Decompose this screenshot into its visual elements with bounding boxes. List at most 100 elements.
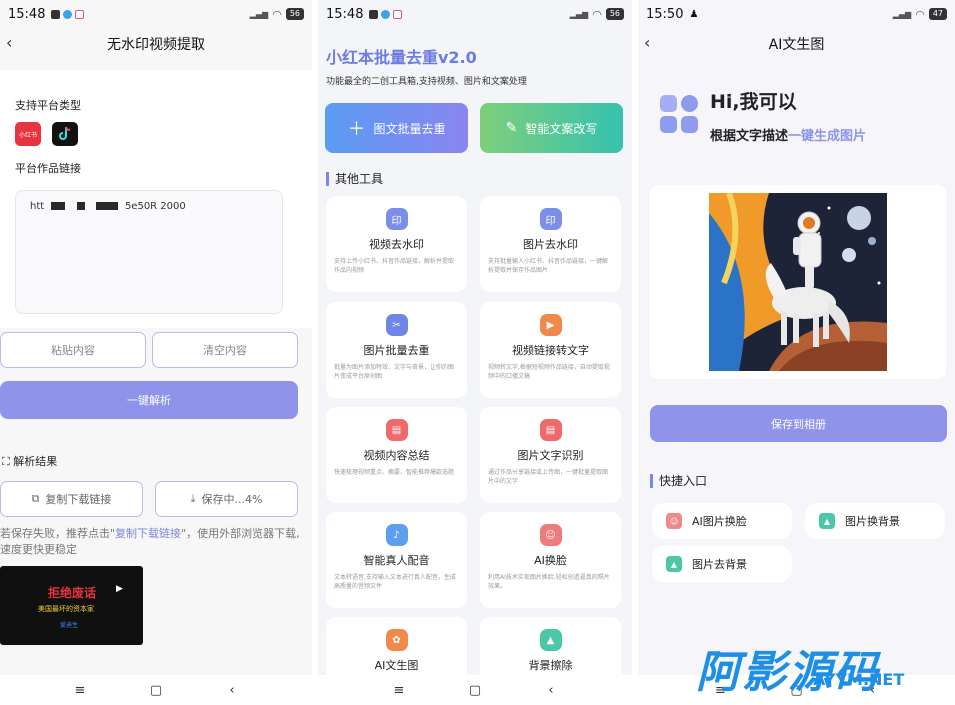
link-text-end: 5e50R 2000 xyxy=(124,201,186,212)
status-right: ▂▄▆ ◠ 56 xyxy=(250,8,304,21)
save-progress-button[interactable]: ⤓ 保存中...4% xyxy=(155,481,298,517)
video-watermark-icon: 印 xyxy=(385,208,408,230)
platform-label: 支持平台类型 xyxy=(15,99,81,112)
back-nav-icon[interactable]: ‹ xyxy=(541,683,561,698)
rewrite-label: 智能文案改写 xyxy=(525,121,598,136)
copy-link-label: 复制下载链接 xyxy=(45,493,112,506)
face-swap-icon: ☺ xyxy=(666,513,682,529)
app-subtitle: 功能最全的二创工具箱,支持视频、图片和文案处理 xyxy=(326,77,527,87)
section-title: 快捷入口 xyxy=(650,474,707,488)
tool-tile[interactable]: ▤ 图片文字识别 通过作品分享链接或上传图，一键批量提取图片中的文字 xyxy=(480,407,621,503)
app-notify-icon xyxy=(393,9,403,19)
link-label: 平台作品链接 xyxy=(15,162,81,175)
tool-tile[interactable]: ✂ 图片批量去重批量为图片添加特效、文字与背景，让你的图片变成平台原创图 xyxy=(326,302,467,398)
douyin-icon[interactable] xyxy=(52,122,78,146)
parse-button[interactable]: 一键解析 xyxy=(0,381,298,419)
video-author: 爱迪生 xyxy=(60,622,79,629)
quick-label: 图片换背景 xyxy=(845,515,900,528)
quick-label: 图片去背景 xyxy=(692,558,747,571)
page-title: AI文生图 xyxy=(768,37,825,53)
status-right: ▂▄▆ ◠ 47 xyxy=(893,8,947,21)
tool-title: 图片批量去重 xyxy=(363,344,430,357)
save-to-album-button[interactable]: 保存到相册 xyxy=(650,405,947,442)
back-icon[interactable]: ‹ xyxy=(6,33,12,52)
tool-tile[interactable]: ♪ 智能真人配音文本转语音,支持输入文本进行真人配音，生成高质量的音频文件 xyxy=(326,512,467,608)
save-hint: 若保存失败，推荐点击"复制下载链接"，使用外部浏览器下载,速度更快更稳定 xyxy=(0,526,300,558)
tool-desc: 通过作品分享链接或上传图，一键批量提取图片中的文字 xyxy=(488,469,609,485)
tool-desc: 支持批量输入小红书、抖音作品链接，一键解析提取并保存作品图片 xyxy=(488,258,609,274)
hint-link[interactable]: 复制下载链接 xyxy=(115,527,181,540)
bg-erase-icon: ▲ xyxy=(539,629,562,651)
tool-tile[interactable]: ▤ 视频内容总结 快速梳理视频重点、摘要、智能推荐爆款选题 xyxy=(326,407,467,503)
quick-remove-bg[interactable]: ▲ 图片去背景 xyxy=(652,546,792,582)
status-time: 15:48 xyxy=(8,6,46,22)
status-right: ▂▄▆ ◠ 56 xyxy=(570,8,624,21)
xiaohongshu-label: 小红书 xyxy=(18,131,37,139)
douyin-logo xyxy=(59,126,71,140)
xiaohongshu-icon[interactable]: 小红书 xyxy=(15,122,41,146)
nav-bar: ‹ AI文生图 xyxy=(638,28,955,60)
save-progress-label: 保存中...4% xyxy=(201,493,263,506)
tool-desc: 快速梳理视频重点、摘要、智能推荐爆款选题 xyxy=(334,469,455,476)
back-icon[interactable]: ‹ xyxy=(644,33,650,52)
nav-bar: ‹ 无水印视频提取 xyxy=(0,28,312,60)
image-icon: ⛶ xyxy=(2,455,10,468)
tool-desc: 批量为图片添加特效、文字与背景，让你的图片变成平台原创图 xyxy=(334,364,455,380)
copy-link-button[interactable]: ⧉ 复制下载链接 xyxy=(0,481,143,517)
greeting: Hi,我可以 xyxy=(710,91,797,113)
back-nav-icon[interactable]: ‹ xyxy=(222,683,242,698)
menu-icon[interactable]: ≡ xyxy=(70,683,90,698)
video-title: 拒绝废话 xyxy=(48,586,97,600)
batch-dedupe-label: 图文批量去重 xyxy=(373,121,446,136)
home-icon[interactable]: ▢ xyxy=(146,683,166,698)
download-icon: ⤓ xyxy=(190,492,196,505)
quick-label: AI图片换脸 xyxy=(692,515,747,528)
tool-tile[interactable]: ▶ 视频链接转文字 视频转文字,根据短视频作品链接，自动提取视频中的口播文稿 xyxy=(480,302,621,398)
tool-desc: 利用AI技术实现图片换脸,轻松创造逼真的照片效果。 xyxy=(488,574,610,590)
app-notify-icon xyxy=(63,9,73,19)
tool-title: 智能真人配音 xyxy=(363,554,430,567)
pen-icon: ✎ xyxy=(505,120,518,136)
tool-tile[interactable]: 印图片去水印 支持批量输入小红书、抖音作品链接，一键解析提取并保存作品图片 xyxy=(480,196,621,292)
battery-icon: 56 xyxy=(285,8,304,20)
voice-icon: ♪ xyxy=(385,524,408,546)
redaction-block xyxy=(76,202,85,210)
play-icon[interactable]: ▶ xyxy=(116,584,123,594)
wifi-icon: ◠ xyxy=(915,7,925,21)
paste-button[interactable]: 粘贴内容 xyxy=(0,332,146,368)
signal-icon: ▂▄▆ xyxy=(569,9,589,19)
rewrite-button[interactable]: ✎ 智能文案改写 xyxy=(480,103,623,153)
status-time: 15:50 xyxy=(646,6,684,22)
redaction-block xyxy=(95,202,118,210)
image-dedupe-icon: ✂ xyxy=(385,314,408,336)
ocr-icon: ▤ xyxy=(539,419,562,441)
tool-desc: 支持上传小红书、抖音作品链接，解析并提取作品内视频 xyxy=(334,258,455,274)
home-icon[interactable]: ▢ xyxy=(465,683,485,698)
watermark-url: AYYM.NET xyxy=(813,670,905,689)
quick-change-bg[interactable]: ▲ 图片换背景 xyxy=(805,503,945,539)
batch-dedupe-button[interactable]: ＋ 图文批量去重 xyxy=(325,103,468,153)
app-title: 小红本批量去重v2.0 xyxy=(326,48,477,67)
tool-desc: 文本转语音,支持输入文本进行真人配音，生成高质量的音频文件 xyxy=(334,574,456,590)
tool-title: 视频内容总结 xyxy=(363,449,430,462)
video-text-icon: ▶ xyxy=(539,314,562,336)
video-preview[interactable]: 拒绝废话 ▶ 美国最坏的资本家 爱迪生 xyxy=(0,566,143,645)
tool-tile[interactable]: ☺ AI换脸 利用AI技术实现图片换脸,轻松创造逼真的照片效果。 xyxy=(480,512,621,608)
tool-title: 背景擦除 xyxy=(528,659,573,672)
screen-video-extract: 15:48 ▂▄▆ ◠ 56 ‹ 无水印视频提取 支持平台类型 小红书 平台作品… xyxy=(0,0,312,705)
clear-button[interactable]: 清空内容 xyxy=(152,332,298,368)
quick-face-swap[interactable]: ☺ AI图片换脸 xyxy=(652,503,792,539)
app-logo-icon xyxy=(660,95,700,135)
status-time: 15:48 xyxy=(326,6,364,22)
signal-icon: ▂▄▆ xyxy=(249,9,269,19)
tool-tile[interactable]: 印视频去水印 支持上传小红书、抖音作品链接，解析并提取作品内视频 xyxy=(326,196,467,292)
system-nav-bar: ≡ ▢ ‹ xyxy=(0,675,312,705)
battery-icon: 47 xyxy=(928,8,947,20)
tool-title: AI换脸 xyxy=(534,554,567,567)
menu-icon[interactable]: ≡ xyxy=(389,683,409,698)
generated-image[interactable] xyxy=(709,193,887,371)
redaction-block xyxy=(51,202,66,210)
change-bg-icon: ▲ xyxy=(819,513,835,529)
link-textarea[interactable]: htt 5e50R 2000 xyxy=(15,190,283,314)
feature-desc-highlight: 一键生成图片 xyxy=(788,129,867,144)
